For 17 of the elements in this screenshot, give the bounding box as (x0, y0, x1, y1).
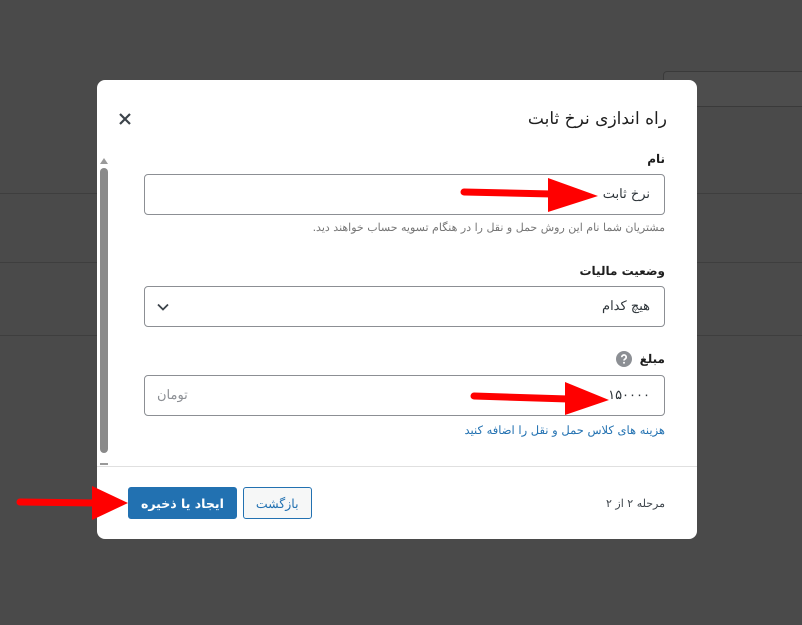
chevron-down-icon (157, 302, 169, 310)
input-field[interactable]: نرخ ثابت (144, 174, 665, 215)
help-text: مشتریان شما نام این روش حمل و نقل را در هنگام تسویه حساب خواهند دید. (312, 221, 665, 234)
field-label: نام (647, 152, 665, 166)
help-icon[interactable] (616, 351, 632, 367)
back-button[interactable]: بازگشت (242, 487, 312, 519)
select-field[interactable]: هیچ کدام (144, 286, 665, 327)
input-field[interactable]: ۱۵۰۰۰۰ تومان (144, 375, 665, 416)
add-link[interactable]: هزینه های کلاس حمل و نقل را اضافه کنید (464, 423, 665, 437)
field-label: وضعیت مالیات (579, 264, 665, 278)
save-button[interactable]: ایجاد یا ذخیره (128, 487, 237, 519)
dialog-title: راه اندازی نرخ ثابت (528, 109, 667, 129)
field-label: مبلغ (640, 352, 665, 366)
step-indicator: مرحله ۲ از ۲ (606, 496, 665, 510)
close-button[interactable] (117, 111, 133, 127)
currency-suffix: تومان (157, 388, 188, 403)
close-icon (119, 113, 131, 125)
